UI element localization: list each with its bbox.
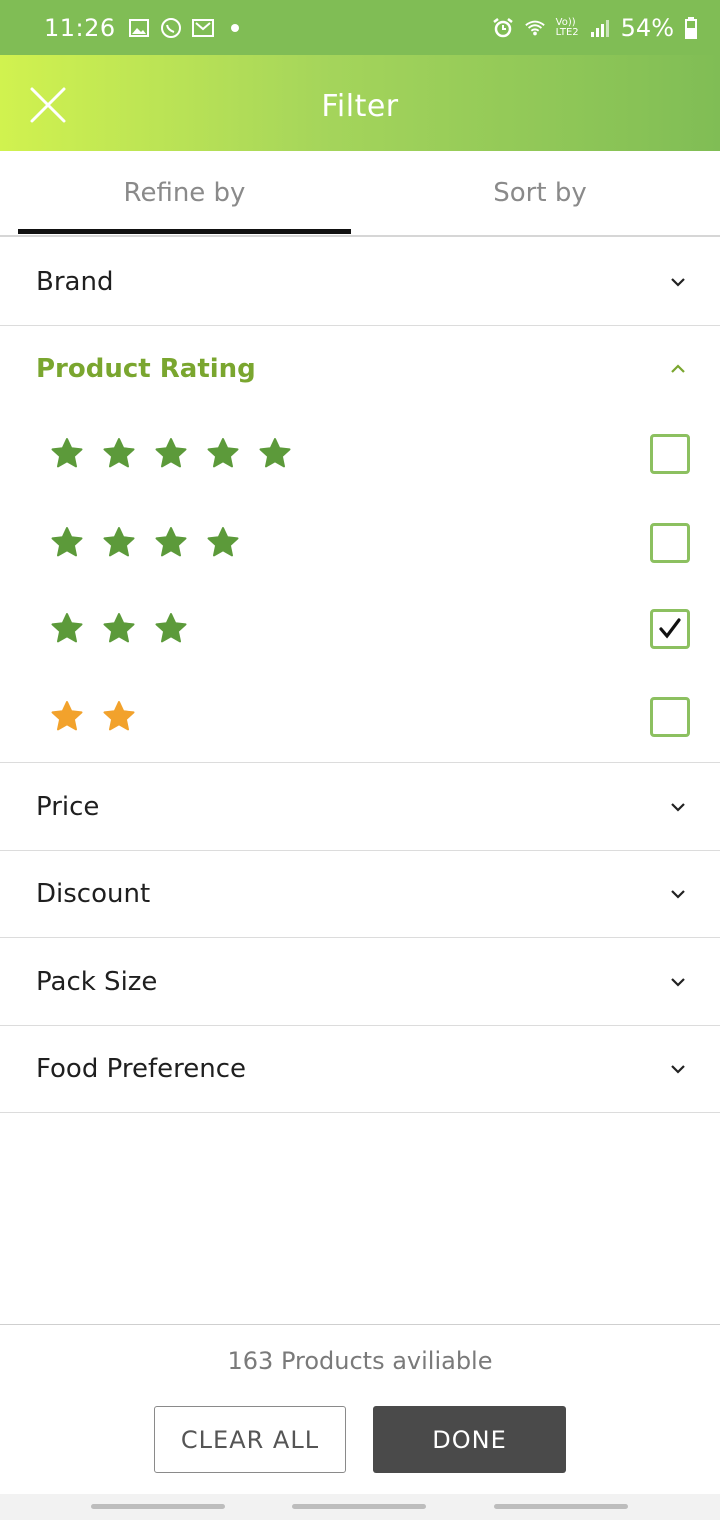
section-product-rating: Product Rating <box>0 325 720 763</box>
tab-bar: Refine by Sort by <box>0 151 720 237</box>
product-rating-header[interactable]: Product Rating <box>0 325 720 413</box>
page-title: Filter <box>321 89 399 124</box>
battery-percent: 54% <box>620 13 674 42</box>
nav-back-button[interactable] <box>494 1504 628 1509</box>
chevron-down-icon <box>671 277 685 287</box>
section-label: Brand <box>36 266 114 297</box>
chevron-down-icon <box>671 889 685 899</box>
section-brand[interactable]: Brand <box>0 238 720 326</box>
star-icon <box>259 438 291 468</box>
battery-icon <box>684 16 698 39</box>
notification-icons <box>128 17 246 38</box>
footer-panel: 163 Products aviliable CLEAR ALL DONE <box>0 1324 720 1494</box>
whatsapp-icon <box>160 17 182 38</box>
star-rating <box>50 700 136 734</box>
star-icon <box>103 613 135 643</box>
chevron-down-icon <box>671 802 685 812</box>
rating-option-4[interactable] <box>0 503 720 583</box>
active-tab-indicator <box>18 229 351 234</box>
rating-option-3[interactable] <box>0 589 720 669</box>
section-discount[interactable]: Discount <box>0 850 720 938</box>
nav-home-button[interactable] <box>292 1504 426 1509</box>
star-icon <box>155 527 187 557</box>
section-label: Price <box>36 791 100 822</box>
dot-icon <box>224 18 246 38</box>
section-pack-size[interactable]: Pack Size <box>0 938 720 1026</box>
chevron-down-icon <box>671 977 685 987</box>
chevron-up-icon <box>671 364 685 373</box>
app-header: Filter <box>0 55 720 151</box>
star-icon <box>103 438 135 468</box>
status-time: 11:26 <box>44 13 116 42</box>
status-bar: 11:26 Vo)) LTE2 54% <box>0 0 720 55</box>
star-icon <box>155 613 187 643</box>
rating-option-2[interactable] <box>0 677 720 757</box>
rating-checkbox[interactable] <box>650 697 690 737</box>
section-label: Product Rating <box>36 354 256 384</box>
section-label: Food Preference <box>36 1053 246 1084</box>
system-icons: Vo)) LTE2 54% <box>492 14 698 42</box>
checkmark-icon <box>659 618 681 639</box>
star-icon <box>51 701 83 731</box>
system-nav-bar <box>0 1494 720 1520</box>
star-rating <box>50 526 240 560</box>
nav-recents-button[interactable] <box>91 1504 225 1509</box>
gmail-icon <box>191 18 214 38</box>
star-icon <box>155 438 187 468</box>
star-icon <box>103 527 135 557</box>
star-icon <box>207 438 239 468</box>
star-icon <box>51 613 83 643</box>
section-label: Discount <box>36 878 151 909</box>
star-icon <box>51 527 83 557</box>
rating-checkbox[interactable] <box>650 523 690 563</box>
tab-refine-by[interactable]: Refine by <box>18 151 351 235</box>
star-icon <box>51 438 83 468</box>
products-available-count: 163 Products aviliable <box>227 1347 493 1375</box>
section-label: Pack Size <box>36 966 158 997</box>
star-rating <box>50 612 188 646</box>
lte-icon: Vo)) LTE2 <box>555 16 579 38</box>
star-icon <box>207 527 239 557</box>
signal-icon <box>589 18 611 38</box>
clear-all-button[interactable]: CLEAR ALL <box>154 1406 346 1473</box>
alarm-icon <box>492 17 514 38</box>
section-price[interactable]: Price <box>0 763 720 851</box>
wifi-icon <box>524 18 546 38</box>
image-icon <box>128 18 150 38</box>
star-icon <box>103 701 135 731</box>
chevron-down-icon <box>671 1064 685 1074</box>
section-food-preference[interactable]: Food Preference <box>0 1025 720 1113</box>
done-button[interactable]: DONE <box>373 1406 566 1473</box>
rating-checkbox[interactable] <box>650 609 690 649</box>
tab-sort-by[interactable]: Sort by <box>360 151 720 235</box>
rating-checkbox[interactable] <box>650 434 690 474</box>
rating-option-5[interactable] <box>0 414 720 494</box>
star-rating <box>50 437 292 471</box>
